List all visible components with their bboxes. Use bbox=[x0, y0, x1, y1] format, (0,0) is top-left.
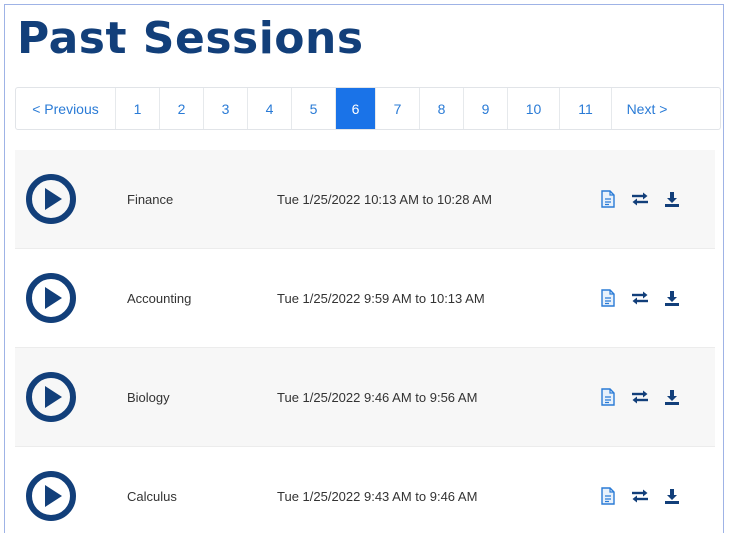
play-circle-icon[interactable] bbox=[25, 272, 77, 324]
pagination-previous[interactable]: < Previous bbox=[16, 88, 116, 129]
page-link-4[interactable]: 4 bbox=[248, 88, 292, 129]
page-link-7[interactable]: 7 bbox=[376, 88, 420, 129]
page-link-5[interactable]: 5 bbox=[292, 88, 336, 129]
session-row: Finance Tue 1/25/2022 10:13 AM to 10:28 … bbox=[15, 150, 715, 249]
document-icon[interactable] bbox=[599, 388, 617, 406]
sessions-panel: Past Sessions < Previous 1 2 3 4 5 6 7 8… bbox=[4, 4, 724, 533]
page-link-1[interactable]: 1 bbox=[116, 88, 160, 129]
page-title: Past Sessions bbox=[17, 13, 364, 64]
session-actions bbox=[599, 289, 681, 307]
session-actions bbox=[599, 388, 681, 406]
page-link-6-active[interactable]: 6 bbox=[336, 88, 376, 129]
document-icon[interactable] bbox=[599, 487, 617, 505]
download-icon[interactable] bbox=[663, 388, 681, 406]
page-link-10[interactable]: 10 bbox=[508, 88, 560, 129]
page-link-9[interactable]: 9 bbox=[464, 88, 508, 129]
sessions-list: Finance Tue 1/25/2022 10:13 AM to 10:28 … bbox=[15, 150, 715, 533]
page-link-3[interactable]: 3 bbox=[204, 88, 248, 129]
session-name: Finance bbox=[127, 191, 174, 207]
pagination: < Previous 1 2 3 4 5 6 7 8 9 10 11 Next … bbox=[15, 87, 721, 130]
session-time: Tue 1/25/2022 9:43 AM to 9:46 AM bbox=[277, 488, 478, 504]
document-icon[interactable] bbox=[599, 289, 617, 307]
page-link-11[interactable]: 11 bbox=[560, 88, 612, 129]
session-actions bbox=[599, 487, 681, 505]
download-icon[interactable] bbox=[663, 289, 681, 307]
session-actions bbox=[599, 190, 681, 208]
swap-arrows-icon[interactable] bbox=[631, 487, 649, 505]
session-name: Calculus bbox=[127, 488, 177, 504]
swap-arrows-icon[interactable] bbox=[631, 388, 649, 406]
session-row: Accounting Tue 1/25/2022 9:59 AM to 10:1… bbox=[15, 249, 715, 348]
play-circle-icon[interactable] bbox=[25, 173, 77, 225]
document-icon[interactable] bbox=[599, 190, 617, 208]
download-icon[interactable] bbox=[663, 190, 681, 208]
session-time: Tue 1/25/2022 10:13 AM to 10:28 AM bbox=[277, 191, 492, 207]
page-link-8[interactable]: 8 bbox=[420, 88, 464, 129]
swap-arrows-icon[interactable] bbox=[631, 190, 649, 208]
session-time: Tue 1/25/2022 9:59 AM to 10:13 AM bbox=[277, 290, 485, 306]
download-icon[interactable] bbox=[663, 487, 681, 505]
session-row: Calculus Tue 1/25/2022 9:43 AM to 9:46 A… bbox=[15, 447, 715, 533]
play-circle-icon[interactable] bbox=[25, 470, 77, 522]
session-name: Accounting bbox=[127, 290, 192, 306]
session-name: Biology bbox=[127, 389, 170, 405]
play-circle-icon[interactable] bbox=[25, 371, 77, 423]
swap-arrows-icon[interactable] bbox=[631, 289, 649, 307]
page-link-2[interactable]: 2 bbox=[160, 88, 204, 129]
session-row: Biology Tue 1/25/2022 9:46 AM to 9:56 AM bbox=[15, 348, 715, 447]
session-time: Tue 1/25/2022 9:46 AM to 9:56 AM bbox=[277, 389, 478, 405]
pagination-next[interactable]: Next > bbox=[612, 88, 682, 129]
